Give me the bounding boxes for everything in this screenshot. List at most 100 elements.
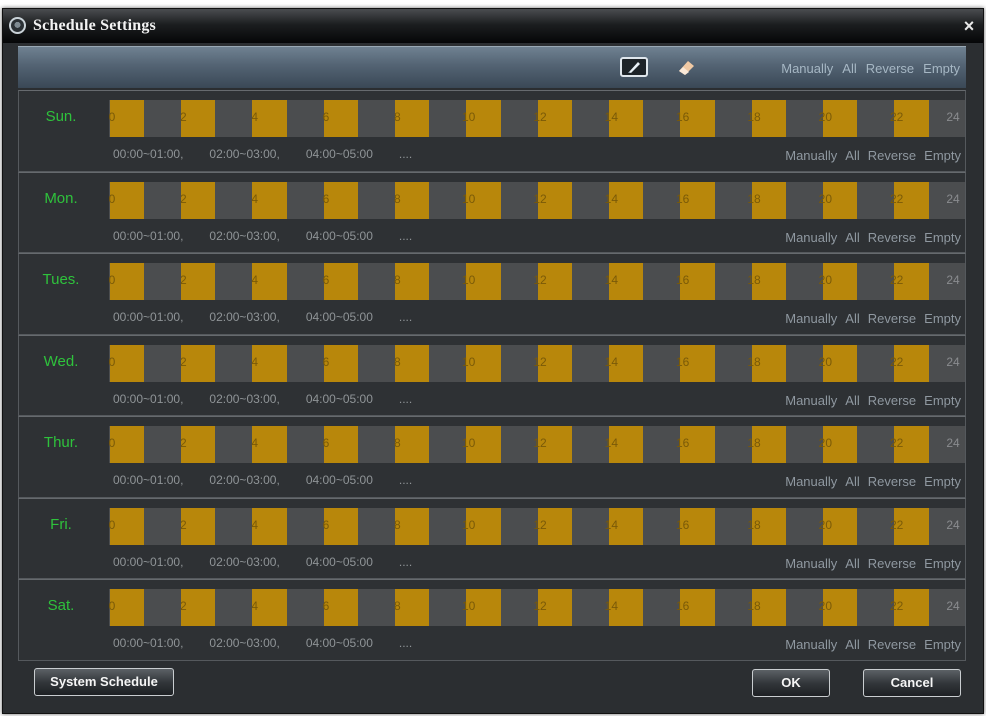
row-all-button[interactable]: All: [845, 556, 859, 571]
scheduled-hour-segment[interactable]: [323, 344, 359, 382]
scheduled-hour-segment[interactable]: [323, 263, 359, 300]
scheduled-hour-segment[interactable]: [394, 100, 430, 137]
time-bar[interactable]: 0 2 4 6 8 10 12 14 16 18 20 22 24: [109, 100, 965, 137]
toolbar-reverse-button[interactable]: Reverse: [866, 61, 914, 76]
scheduled-hour-segment[interactable]: [323, 507, 359, 545]
scheduled-hour-segment[interactable]: [822, 263, 858, 300]
eraser-icon[interactable]: [675, 56, 697, 78]
scheduled-hour-segment[interactable]: [252, 263, 287, 300]
scheduled-hour-segment[interactable]: [822, 589, 858, 626]
scheduled-hour-segment[interactable]: [394, 507, 430, 545]
scheduled-hour-segment[interactable]: [252, 181, 287, 219]
scheduled-hour-segment[interactable]: [466, 344, 501, 382]
cancel-button[interactable]: Cancel: [863, 669, 961, 697]
scheduled-hour-segment[interactable]: [608, 263, 644, 300]
scheduled-hour-segment[interactable]: [680, 589, 715, 626]
row-manually-button[interactable]: Manually: [785, 556, 837, 571]
scheduled-hour-segment[interactable]: [894, 344, 929, 382]
scheduled-hour-segment[interactable]: [894, 426, 929, 463]
scheduled-hour-segment[interactable]: [323, 589, 359, 626]
scheduled-hour-segment[interactable]: [680, 426, 715, 463]
toolbar-all-button[interactable]: All: [842, 61, 856, 76]
row-reverse-button[interactable]: Reverse: [868, 311, 916, 326]
scheduled-hour-segment[interactable]: [323, 181, 359, 219]
scheduled-hour-segment[interactable]: [894, 507, 929, 545]
scheduled-hour-segment[interactable]: [109, 589, 145, 626]
scheduled-hour-segment[interactable]: [894, 100, 929, 137]
time-bar[interactable]: 0 2 4 6 8 10 12 14 16 18 20 22 24: [109, 344, 965, 382]
scheduled-hour-segment[interactable]: [680, 344, 715, 382]
toolbar-manually-button[interactable]: Manually: [781, 61, 833, 76]
scheduled-hour-segment[interactable]: [109, 263, 145, 300]
row-manually-button[interactable]: Manually: [785, 230, 837, 245]
row-empty-button[interactable]: Empty: [924, 474, 961, 489]
scheduled-hour-segment[interactable]: [466, 100, 501, 137]
scheduled-hour-segment[interactable]: [466, 507, 501, 545]
scheduled-hour-segment[interactable]: [180, 100, 216, 137]
scheduled-hour-segment[interactable]: [537, 426, 573, 463]
scheduled-hour-segment[interactable]: [180, 589, 216, 626]
scheduled-hour-segment[interactable]: [252, 426, 287, 463]
scheduled-hour-segment[interactable]: [894, 181, 929, 219]
scheduled-hour-segment[interactable]: [751, 507, 787, 545]
scheduled-hour-segment[interactable]: [109, 181, 145, 219]
scheduled-hour-segment[interactable]: [537, 263, 573, 300]
row-manually-button[interactable]: Manually: [785, 393, 837, 408]
scheduled-hour-segment[interactable]: [323, 100, 359, 137]
scheduled-hour-segment[interactable]: [180, 426, 216, 463]
row-reverse-button[interactable]: Reverse: [868, 230, 916, 245]
scheduled-hour-segment[interactable]: [394, 589, 430, 626]
time-bar[interactable]: 0 2 4 6 8 10 12 14 16 18 20 22 24: [109, 507, 965, 545]
time-bar[interactable]: 0 2 4 6 8 10 12 14 16 18 20 22 24: [109, 426, 965, 463]
scheduled-hour-segment[interactable]: [537, 181, 573, 219]
scheduled-hour-segment[interactable]: [109, 426, 145, 463]
scheduled-hour-segment[interactable]: [822, 426, 858, 463]
scheduled-hour-segment[interactable]: [537, 344, 573, 382]
system-schedule-button[interactable]: System Schedule: [34, 668, 174, 696]
scheduled-hour-segment[interactable]: [394, 263, 430, 300]
scheduled-hour-segment[interactable]: [680, 181, 715, 219]
scheduled-hour-segment[interactable]: [608, 507, 644, 545]
toolbar-empty-button[interactable]: Empty: [923, 61, 960, 76]
scheduled-hour-segment[interactable]: [252, 100, 287, 137]
scheduled-hour-segment[interactable]: [537, 507, 573, 545]
row-reverse-button[interactable]: Reverse: [868, 637, 916, 652]
scheduled-hour-segment[interactable]: [822, 344, 858, 382]
scheduled-hour-segment[interactable]: [109, 100, 145, 137]
scheduled-hour-segment[interactable]: [394, 426, 430, 463]
scheduled-hour-segment[interactable]: [394, 344, 430, 382]
row-reverse-button[interactable]: Reverse: [868, 393, 916, 408]
row-manually-button[interactable]: Manually: [785, 474, 837, 489]
ok-button[interactable]: OK: [752, 669, 830, 697]
scheduled-hour-segment[interactable]: [537, 100, 573, 137]
scheduled-hour-segment[interactable]: [109, 344, 145, 382]
row-all-button[interactable]: All: [845, 311, 859, 326]
scheduled-hour-segment[interactable]: [751, 589, 787, 626]
scheduled-hour-segment[interactable]: [751, 100, 787, 137]
scheduled-hour-segment[interactable]: [822, 181, 858, 219]
row-empty-button[interactable]: Empty: [924, 393, 961, 408]
row-all-button[interactable]: All: [845, 393, 859, 408]
row-manually-button[interactable]: Manually: [785, 637, 837, 652]
row-empty-button[interactable]: Empty: [924, 637, 961, 652]
scheduled-hour-segment[interactable]: [894, 263, 929, 300]
row-all-button[interactable]: All: [845, 148, 859, 163]
close-button[interactable]: ×: [959, 16, 979, 36]
pen-icon[interactable]: [620, 57, 648, 77]
row-all-button[interactable]: All: [845, 637, 859, 652]
scheduled-hour-segment[interactable]: [180, 507, 216, 545]
scheduled-hour-segment[interactable]: [466, 181, 501, 219]
row-empty-button[interactable]: Empty: [924, 230, 961, 245]
scheduled-hour-segment[interactable]: [180, 181, 216, 219]
scheduled-hour-segment[interactable]: [680, 263, 715, 300]
scheduled-hour-segment[interactable]: [394, 181, 430, 219]
row-manually-button[interactable]: Manually: [785, 148, 837, 163]
row-empty-button[interactable]: Empty: [924, 556, 961, 571]
scheduled-hour-segment[interactable]: [608, 589, 644, 626]
scheduled-hour-segment[interactable]: [894, 589, 929, 626]
row-reverse-button[interactable]: Reverse: [868, 556, 916, 571]
scheduled-hour-segment[interactable]: [608, 426, 644, 463]
scheduled-hour-segment[interactable]: [466, 589, 501, 626]
scheduled-hour-segment[interactable]: [822, 507, 858, 545]
scheduled-hour-segment[interactable]: [109, 507, 145, 545]
